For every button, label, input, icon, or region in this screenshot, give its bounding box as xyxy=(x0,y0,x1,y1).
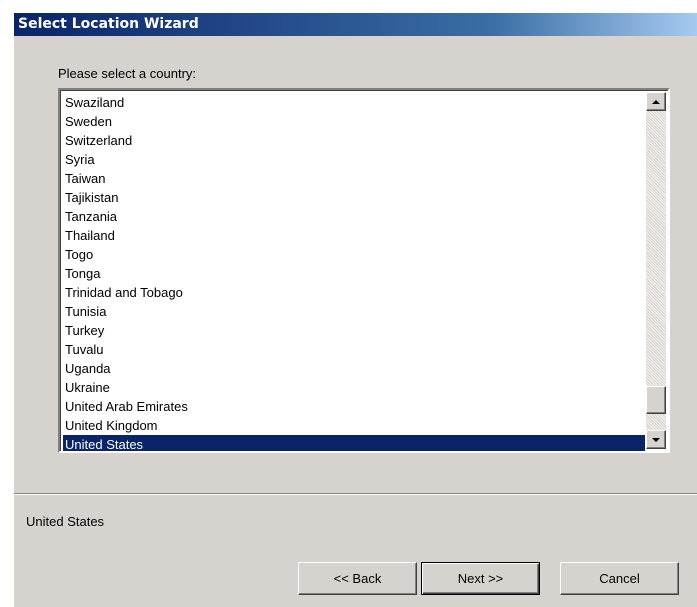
country-list-item[interactable]: Ukraine xyxy=(63,378,645,397)
country-list-item[interactable]: United Kingdom xyxy=(63,416,645,435)
scroll-thumb[interactable] xyxy=(646,386,666,414)
vertical-scrollbar[interactable] xyxy=(646,92,666,449)
wizard-dialog: Select Location Wizard Please select a c… xyxy=(0,0,697,607)
country-list-item[interactable]: Swaziland xyxy=(63,93,645,112)
selected-country-text: United States xyxy=(26,514,105,529)
left-margin xyxy=(0,0,14,607)
country-list-item[interactable]: Syria xyxy=(63,150,645,169)
country-list-item[interactable]: Taiwan xyxy=(63,169,645,188)
cancel-button[interactable]: Cancel xyxy=(560,562,679,595)
country-list-item[interactable]: United States xyxy=(63,435,645,451)
country-list-item[interactable]: Togo xyxy=(63,245,645,264)
country-list-item[interactable]: Tajikistan xyxy=(63,188,645,207)
country-list-item[interactable]: Tuvalu xyxy=(63,340,645,359)
country-list-item[interactable]: Sweden xyxy=(63,112,645,131)
scroll-up-button[interactable] xyxy=(646,92,666,111)
country-listbox[interactable]: Swaziland Sweden Switzerland Syria Taiwan Taj… xyxy=(58,88,670,453)
country-list-item[interactable]: Tonga xyxy=(63,264,645,283)
country-list-item[interactable]: Uganda xyxy=(63,359,645,378)
next-button[interactable]: Next >> xyxy=(421,562,540,595)
country-list-item[interactable]: Switzerland xyxy=(63,131,645,150)
country-list-item[interactable]: Trinidad and Tobago xyxy=(63,283,645,302)
country-list-item[interactable]: Thailand xyxy=(63,226,645,245)
triangle-up-icon xyxy=(652,99,660,104)
window-title: Select Location Wizard xyxy=(18,16,199,32)
country-prompt-label: Please select a country: xyxy=(58,66,197,81)
country-list-item[interactable]: United Arab Emirates xyxy=(63,397,645,416)
title-bar: Select Location Wizard xyxy=(14,13,697,36)
country-list-item[interactable]: Tanzania xyxy=(63,207,645,226)
back-button[interactable]: << Back xyxy=(298,562,417,595)
country-list-item[interactable]: Tunisia xyxy=(63,302,645,321)
triangle-down-icon xyxy=(652,437,660,442)
top-margin xyxy=(0,0,697,13)
scroll-down-button[interactable] xyxy=(646,430,666,449)
divider xyxy=(14,493,697,495)
country-list: Swaziland Sweden Switzerland Syria Taiwan Taj… xyxy=(63,93,645,451)
country-list-item[interactable]: Turkey xyxy=(63,321,645,340)
